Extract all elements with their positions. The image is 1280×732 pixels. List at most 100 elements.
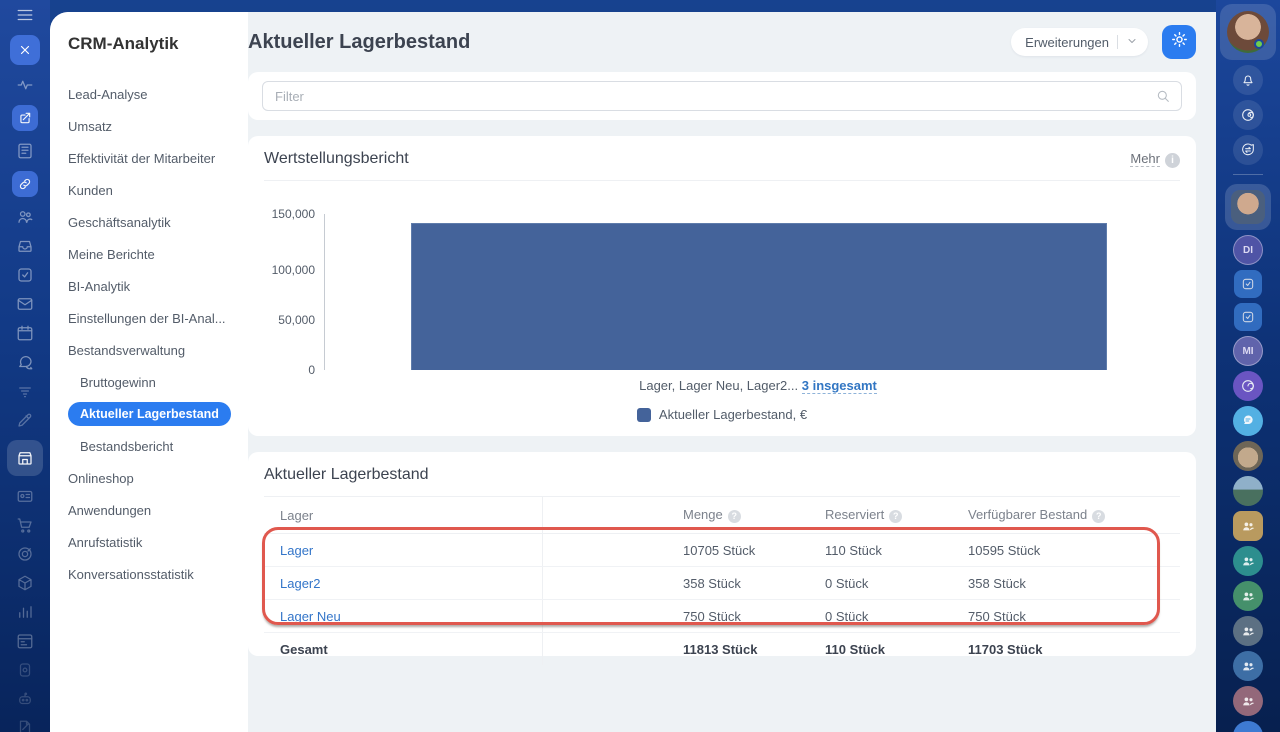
main-content: Aktueller Lagerbestand Erweiterungen Fil… — [248, 12, 1216, 732]
cell-menge: 10705 Stück — [683, 542, 756, 558]
page-title: Aktueller Lagerbestand — [248, 30, 471, 53]
menu-item-aktueller-lagerbestand-active[interactable]: Aktueller Lagerbestand — [68, 398, 232, 430]
messenger-icon[interactable] — [1233, 406, 1263, 436]
external-link-icon[interactable] — [12, 105, 38, 131]
cart-icon[interactable] — [16, 516, 34, 534]
help-icon[interactable]: ? — [889, 509, 903, 523]
menu-item-geschaeftsanalytik[interactable]: Geschäftsanalytik — [68, 206, 232, 238]
menu-item-lead-analyse[interactable]: Lead-Analyse — [68, 78, 232, 110]
column-header-menge[interactable]: Menge? — [543, 507, 825, 523]
filter-input[interactable] — [262, 81, 1182, 111]
group-icon[interactable] — [1233, 686, 1263, 716]
spiral-purple-icon[interactable] — [1233, 371, 1263, 401]
tasks-icon[interactable] — [16, 266, 34, 284]
total-menge: 11813 Stück — [683, 641, 758, 657]
close-panel-button[interactable] — [10, 35, 40, 65]
workspace-mi[interactable]: MI — [1233, 336, 1263, 366]
group-icon[interactable] — [1233, 581, 1263, 611]
mail-icon[interactable] — [16, 295, 34, 313]
contact-card-icon[interactable] — [16, 487, 34, 505]
menu-item-konversationsstatistik[interactable]: Konversationsstatistik — [68, 558, 232, 590]
product-icon[interactable] — [16, 574, 34, 592]
menu-item-effektivitaet[interactable]: Effektivität der Mitarbeiter — [68, 142, 232, 174]
user-avatar[interactable] — [1220, 4, 1276, 60]
chat-history-icon[interactable] — [1233, 135, 1263, 165]
warehouse-link[interactable]: Lager2 — [280, 576, 320, 591]
notifications-bell-icon[interactable] — [1233, 65, 1263, 95]
menu-item-einstellungen-bi[interactable]: Einstellungen der BI-Anal... — [68, 302, 232, 334]
group-icon[interactable] — [1233, 616, 1263, 646]
menu-item-bruttogewinn[interactable]: Bruttogewinn — [68, 366, 232, 398]
broadcast-icon[interactable] — [16, 382, 34, 400]
total-label: Gesamt — [264, 633, 543, 665]
stats-icon[interactable] — [16, 603, 34, 621]
help-icon[interactable]: ? — [727, 509, 741, 523]
tasks-check-icon[interactable] — [1234, 303, 1262, 331]
categories-total-link[interactable]: 3 insgesamt — [801, 378, 877, 394]
helpdesk-spiral-icon[interactable] — [1233, 100, 1263, 130]
news-icon[interactable] — [16, 142, 34, 160]
total-reserviert: 110 Stück — [825, 641, 885, 657]
search-icon[interactable] — [1155, 88, 1171, 104]
group-icon[interactable] — [1233, 651, 1263, 681]
column-header-lager[interactable]: Lager — [264, 497, 543, 533]
goal-icon[interactable] — [16, 545, 34, 563]
chat-photo[interactable] — [1233, 441, 1263, 471]
total-verfuegbar: 11703 Stück — [968, 641, 1043, 657]
calendar-icon[interactable] — [16, 324, 34, 342]
online-status-dot — [1254, 39, 1264, 49]
group-icon[interactable] — [1233, 511, 1263, 541]
right-icon-rail: DI MI 24 — [1216, 0, 1280, 732]
table-card-title: Aktueller Lagerbestand — [264, 466, 429, 483]
table-row: Lager Neu 750 Stück 0 Stück 750 Stück — [264, 600, 1180, 633]
chart-card-title: Wertstellungsbericht — [264, 150, 409, 167]
y-axis-tick: 50,000 — [278, 313, 315, 328]
warehouse-link[interactable]: Lager — [280, 543, 313, 558]
chart-bar[interactable] — [411, 223, 1107, 370]
y-axis-tick: 0 — [308, 363, 315, 377]
warehouse-link[interactable]: Lager Neu — [280, 609, 341, 624]
cell-menge: 358 Stück — [683, 575, 741, 591]
inventory-table: Lager Menge? Reserviert? Verfügbarer Bes… — [264, 497, 1180, 665]
cell-menge: 750 Stück — [683, 608, 741, 624]
more-link[interactable]: Mehr — [1130, 151, 1160, 167]
info-icon[interactable]: i — [1165, 153, 1180, 168]
sign-icon[interactable] — [16, 411, 34, 429]
menu-item-bestandsbericht[interactable]: Bestandsbericht — [68, 430, 232, 462]
document-icon[interactable] — [16, 719, 34, 732]
menu-item-onlineshop[interactable]: Onlineshop — [68, 462, 232, 494]
menu-item-anwendungen[interactable]: Anwendungen — [68, 494, 232, 526]
link-icon[interactable] — [12, 171, 38, 197]
extensions-button[interactable]: Erweiterungen — [1011, 28, 1148, 56]
community-icon[interactable] — [16, 208, 34, 226]
menu-item-bestandsverwaltung[interactable]: Bestandsverwaltung — [68, 334, 232, 366]
chat-icon[interactable] — [16, 353, 34, 371]
chat-photo[interactable] — [1233, 476, 1263, 506]
y-axis-tick: 100,000 — [271, 263, 315, 278]
assistant-icon[interactable] — [16, 690, 34, 708]
menu-item-anrufstatistik[interactable]: Anrufstatistik — [68, 526, 232, 558]
gear-button[interactable] — [1162, 25, 1196, 59]
column-header-reserviert[interactable]: Reserviert? — [825, 507, 968, 523]
tasks-check-icon[interactable] — [1234, 270, 1262, 298]
menu-item-kunden[interactable]: Kunden — [68, 174, 232, 206]
menu-icon[interactable] — [16, 6, 34, 24]
device-icon[interactable] — [16, 661, 34, 679]
inbox-icon[interactable] — [16, 237, 34, 255]
cell-verfuegbar: 358 Stück — [968, 575, 1026, 591]
menu-item-meine-berichte[interactable]: Meine Berichte — [68, 238, 232, 270]
unread-counter-badge[interactable]: 24 — [1233, 721, 1263, 732]
workspace-di[interactable]: DI — [1233, 235, 1263, 265]
schedule-icon[interactable] — [16, 632, 34, 650]
store-icon-active[interactable] — [7, 440, 43, 476]
menu-item-bi-analytik[interactable]: BI-Analytik — [68, 270, 232, 302]
column-header-verfuegbar[interactable]: Verfügbarer Bestand? — [968, 507, 1180, 523]
legend-swatch — [636, 407, 651, 422]
help-icon[interactable]: ? — [1092, 509, 1106, 523]
group-icon[interactable] — [1233, 546, 1263, 576]
x-axis-caption: Lager, Lager Neu, Lager2... 3 insgesamt — [639, 378, 877, 394]
user-photo[interactable] — [1225, 184, 1271, 230]
menu-title: CRM-Analytik — [68, 34, 179, 53]
pulse-icon[interactable] — [16, 76, 34, 94]
menu-item-umsatz[interactable]: Umsatz — [68, 110, 232, 142]
